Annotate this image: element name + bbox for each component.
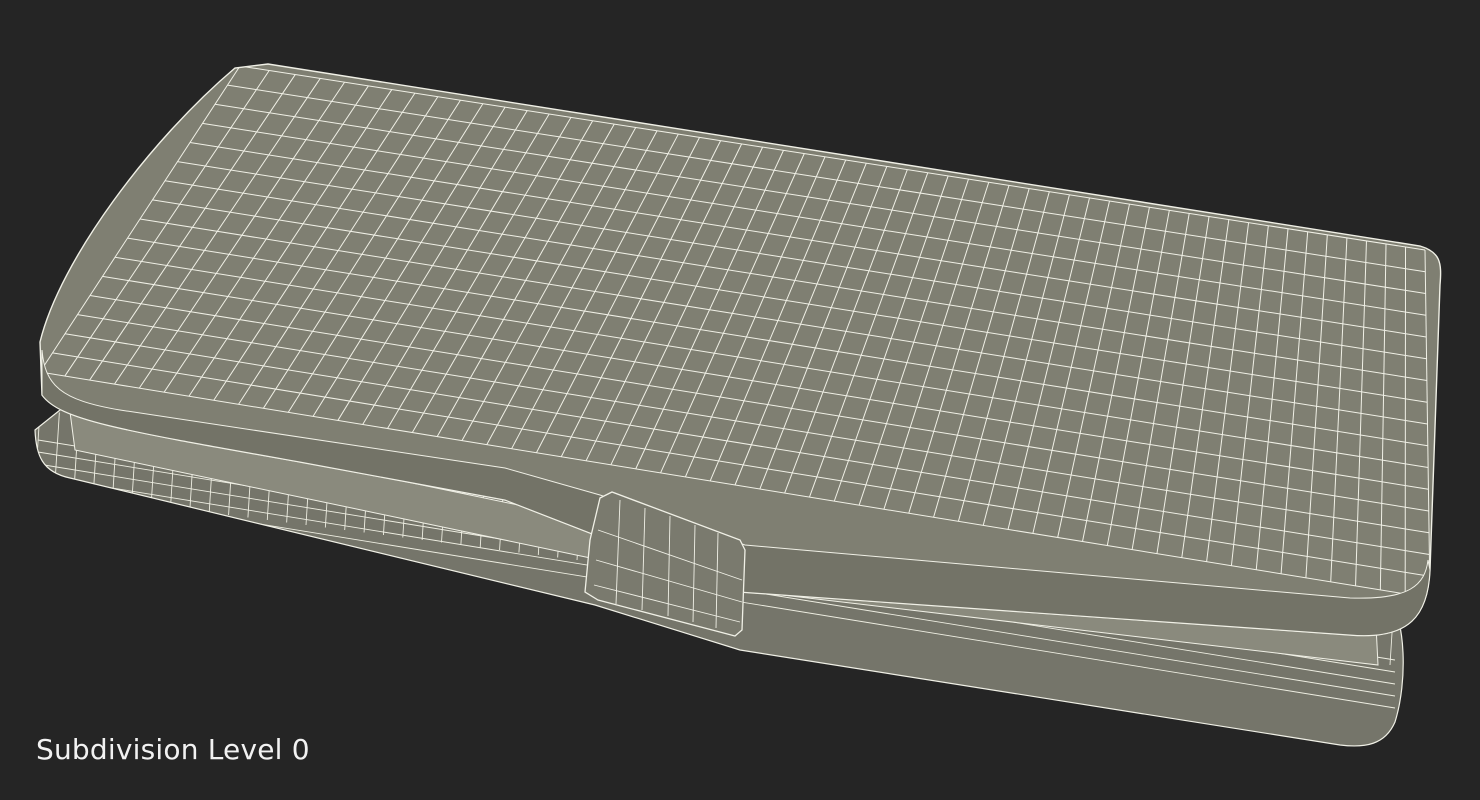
subdivision-level-caption: Subdivision Level 0 [36, 733, 310, 766]
render-viewport: Subdivision Level 0 [0, 0, 1480, 800]
wireframe-wallet-render [34, 63, 1442, 747]
